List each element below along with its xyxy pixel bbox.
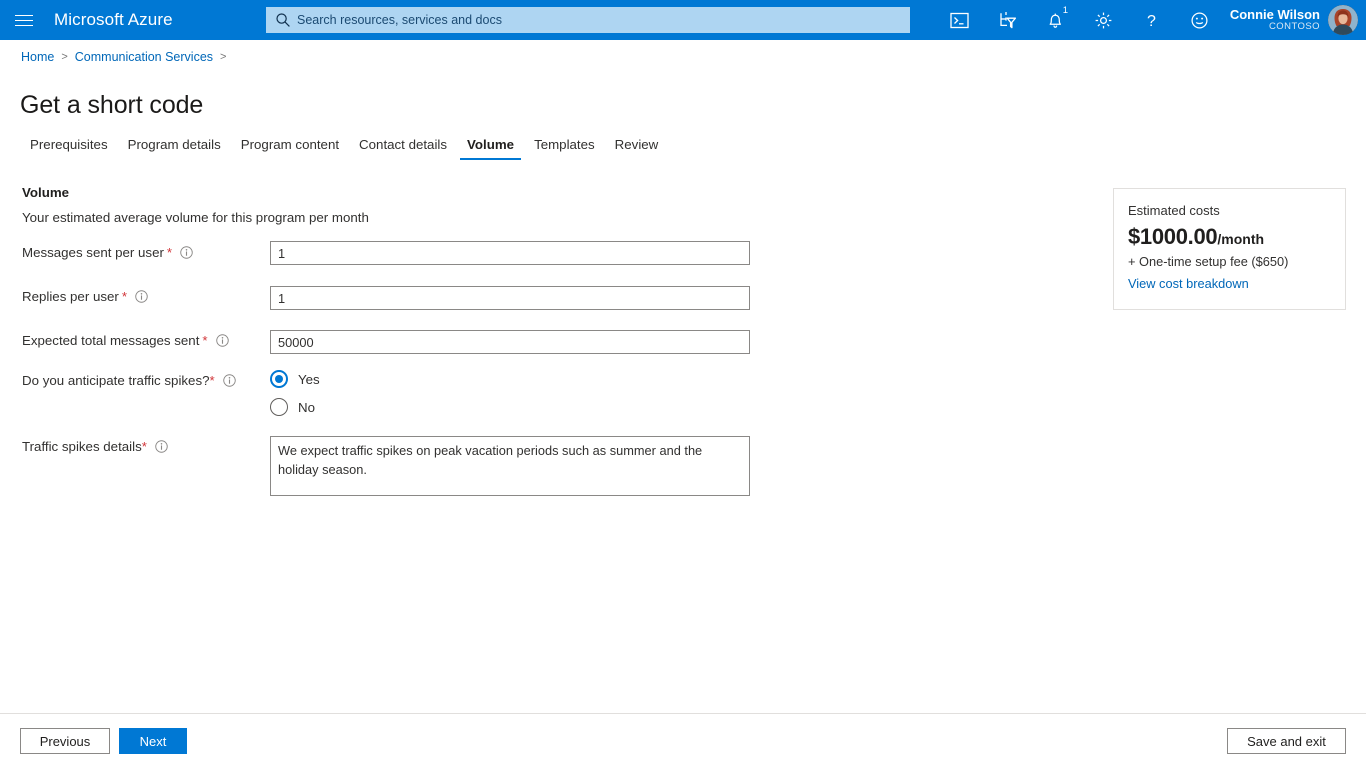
input-replies-per-user[interactable] <box>270 286 750 310</box>
label-replies-per-user: Replies per user * <box>22 289 148 304</box>
label-traffic-spikes-details: Traffic spikes details * <box>22 439 168 454</box>
estimated-costs-title: Estimated costs <box>1128 203 1220 218</box>
label-expected-total-messages: Expected total messages sent * <box>22 333 229 348</box>
required-asterisk: * <box>166 245 173 260</box>
breadcrumb-item-communication-services[interactable]: Communication Services <box>75 50 213 64</box>
breadcrumb-separator: > <box>220 51 227 63</box>
previous-button[interactable]: Previous <box>20 728 110 754</box>
field-row-replies: Replies per user * <box>22 289 148 304</box>
page-title: Get a short code <box>20 90 204 119</box>
notifications-bell-icon[interactable]: 1 <box>1032 0 1080 40</box>
cloud-shell-icon[interactable] <box>936 0 984 40</box>
top-nav-icon-group: 1 ? Connie Wilson CONTOSO <box>936 0 1366 40</box>
label-text: Traffic spikes details <box>22 439 142 454</box>
section-description: Your estimated average volume for this p… <box>22 210 369 225</box>
help-question-icon[interactable]: ? <box>1128 0 1176 40</box>
field-row-messages-sent: Messages sent per user * <box>22 245 193 260</box>
account-name: Connie Wilson <box>1229 6 1320 22</box>
label-text: Expected total messages sent <box>22 333 200 348</box>
info-icon[interactable] <box>180 246 193 259</box>
info-icon[interactable] <box>222 374 236 387</box>
estimated-costs-setup-fee: + One-time setup fee ($650) <box>1128 254 1289 269</box>
breadcrumb-item-home[interactable]: Home <box>21 50 54 64</box>
tab-volume[interactable]: Volume <box>457 137 524 160</box>
breadcrumb: Home > Communication Services > <box>21 50 226 64</box>
radio-label: Yes <box>298 371 320 387</box>
azure-brand-logo[interactable]: Microsoft Azure <box>54 10 173 30</box>
radio-dot <box>270 398 288 416</box>
tab-program-details[interactable]: Program details <box>118 137 231 160</box>
top-navigation-bar: Microsoft Azure Search resources, servic… <box>0 0 1366 40</box>
required-asterisk: * <box>141 439 147 454</box>
svg-text:?: ? <box>1147 13 1156 30</box>
label-traffic-spikes-question: Do you anticipate traffic spikes? * <box>22 373 236 388</box>
label-text: Do you anticipate traffic spikes? <box>22 373 210 388</box>
search-input[interactable] <box>297 9 901 31</box>
estimated-costs-amount-row: $1000.00/month <box>1128 224 1331 250</box>
save-and-exit-button[interactable]: Save and exit <box>1227 728 1346 754</box>
hamburger-menu-icon[interactable] <box>0 0 48 40</box>
global-search-box[interactable] <box>266 7 910 33</box>
search-icon <box>276 13 290 27</box>
input-messages-sent-per-user[interactable] <box>270 241 750 265</box>
required-asterisk: * <box>121 289 128 304</box>
estimated-costs-card: Estimated costs $1000.00/month + One-tim… <box>1113 188 1346 310</box>
directory-filter-icon[interactable] <box>984 0 1032 40</box>
next-button[interactable]: Next <box>119 728 187 754</box>
radio-label: No <box>298 399 315 415</box>
section-title: Volume <box>22 185 70 200</box>
tab-program-content[interactable]: Program content <box>231 137 349 160</box>
tab-review[interactable]: Review <box>605 137 669 160</box>
tab-contact-details[interactable]: Contact details <box>349 137 457 160</box>
user-account-menu[interactable]: Connie Wilson CONTOSO <box>1224 0 1366 40</box>
info-icon[interactable] <box>215 334 229 347</box>
label-text: Replies per user <box>22 289 119 304</box>
required-asterisk: * <box>202 333 208 348</box>
feedback-smiley-icon[interactable] <box>1176 0 1224 40</box>
required-asterisk: * <box>209 373 215 388</box>
notification-badge-count: 1 <box>1062 5 1068 16</box>
tab-templates[interactable]: Templates <box>524 137 605 160</box>
view-cost-breakdown-link[interactable]: View cost breakdown <box>1128 276 1331 291</box>
footer-divider <box>0 713 1366 714</box>
input-expected-total-messages[interactable] <box>270 330 750 354</box>
radio-dot <box>270 370 288 388</box>
field-row-traffic-spikes: Do you anticipate traffic spikes? * <box>22 373 236 388</box>
field-row-spikes-details: Traffic spikes details * <box>22 439 168 454</box>
user-avatar[interactable] <box>1328 5 1358 35</box>
settings-gear-icon[interactable] <box>1080 0 1128 40</box>
tab-prerequisites[interactable]: Prerequisites <box>20 137 118 160</box>
wizard-tabs: Prerequisites Program details Program co… <box>20 137 668 165</box>
radio-traffic-spikes-yes[interactable]: Yes <box>270 370 320 388</box>
info-icon[interactable] <box>155 440 168 453</box>
breadcrumb-separator: > <box>61 51 68 63</box>
label-messages-sent: Messages sent per user * <box>22 245 193 260</box>
field-row-expected-total: Expected total messages sent * <box>22 333 229 348</box>
label-text: Messages sent per user <box>22 245 164 260</box>
textarea-traffic-spikes-details[interactable] <box>270 436 750 496</box>
estimated-costs-amount: $1000.00 <box>1128 224 1218 249</box>
estimated-costs-period: /month <box>1217 231 1265 247</box>
radio-traffic-spikes-no[interactable]: No <box>270 398 315 416</box>
account-text: Connie Wilson CONTOSO <box>1230 8 1320 33</box>
info-icon[interactable] <box>135 290 148 303</box>
account-org: CONTOSO <box>1268 21 1320 33</box>
